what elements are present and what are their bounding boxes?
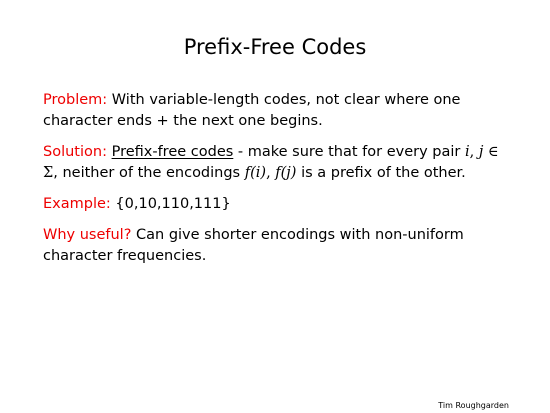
why-label: Why useful? (43, 227, 132, 243)
solution-term: Prefix-free codes (111, 144, 234, 160)
solution-text-a: - make sure that for every pair (233, 144, 465, 160)
solution-paragraph: Solution: Prefix-free codes - make sure … (43, 142, 518, 184)
slide-content: Problem: With variable-length codes, not… (43, 90, 518, 277)
why-paragraph: Why useful? Can give shorter encodings w… (43, 225, 518, 267)
math-comma2: , (266, 165, 276, 181)
math-comma1: , (469, 144, 479, 160)
problem-label: Problem: (43, 92, 108, 108)
example-text: {0,10,110,111} (115, 196, 231, 212)
solution-label: Solution: (43, 144, 107, 160)
solution-text-b: , neither of the encodings (53, 165, 245, 181)
footer-author: Tim Roughgarden (438, 401, 509, 410)
slide-title: Prefix-Free Codes (183, 35, 367, 59)
example-label: Example: (43, 196, 111, 212)
slide: Prefix-Free Codes Problem: With variable… (0, 0, 550, 413)
solution-text-c: is a prefix of the other. (296, 165, 466, 181)
problem-paragraph: Problem: With variable-length codes, not… (43, 90, 518, 132)
math-f-j: f(j) (275, 165, 297, 181)
example-paragraph: Example: {0,10,110,111} (43, 194, 518, 215)
math-f-i: f(i) (244, 165, 267, 181)
